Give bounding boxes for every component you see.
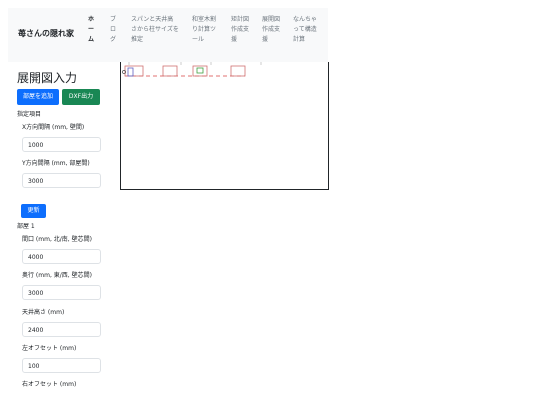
update-button[interactable]: 更新	[21, 204, 46, 218]
frontage-label: 間口 (mm, 北/南, 壁芯間)	[22, 236, 92, 243]
nav-item-structure[interactable]: なんちゃって構造計算	[293, 15, 321, 45]
nav-item-column-size[interactable]: スパンと天井高さから柱サイズを推定	[131, 15, 179, 45]
drawing-canvas[interactable]	[120, 62, 329, 190]
right-offset-label: 右オフセット (mm)	[22, 381, 77, 388]
page: 苺さんの隠れ家 ホーム ブログ スパンと天井高さから柱サイズを推定 和室木割り計…	[0, 0, 540, 405]
door-opening	[127, 67, 134, 77]
y-spacing-input[interactable]: 3000	[22, 173, 101, 188]
depth-input[interactable]: 3000	[22, 285, 101, 300]
brand-link[interactable]: 苺さんの隠れ家	[18, 28, 74, 39]
nav-item-washitsu[interactable]: 和室木割り計算ツール	[192, 15, 220, 45]
elevation-drawing	[122, 62, 262, 77]
y-spacing-label: Y方向間隔 (mm, 部屋間)	[22, 160, 90, 167]
specified-section-label: 指定項目	[17, 111, 42, 118]
nav-item-kanabakari[interactable]: 矩計図作成支援	[231, 15, 249, 45]
x-spacing-label: X方向間隔 (mm, 壁間)	[22, 124, 85, 131]
ceiling-height-input[interactable]: 2400	[22, 322, 101, 337]
left-offset-label: 左オフセット (mm)	[22, 345, 77, 352]
nav-item-blog[interactable]: ブログ	[110, 15, 120, 45]
x-spacing-input[interactable]: 1000	[22, 137, 101, 152]
frontage-input[interactable]: 4000	[22, 249, 101, 264]
dxf-export-button[interactable]: DXF出力	[62, 89, 100, 105]
elevation-box	[162, 65, 178, 77]
ceiling-height-label: 天井高さ (mm)	[22, 309, 65, 316]
left-offset-input[interactable]: 100	[22, 358, 101, 373]
add-room-button[interactable]: 部屋を追加	[17, 89, 59, 105]
depth-label: 奥行 (mm, 東/西, 壁芯間)	[22, 272, 92, 279]
page-title: 展開図入力	[17, 71, 78, 85]
elevation-box	[230, 65, 246, 77]
nav-item-home[interactable]: ホーム	[88, 15, 98, 45]
elevation-box	[192, 65, 208, 77]
nav-item-tenkaizu[interactable]: 展開図作成支援	[262, 15, 280, 45]
navbar: 苺さんの隠れ家 ホーム ブログ スパンと天井高さから柱サイズを推定 和室木割り計…	[8, 8, 328, 62]
window-opening	[196, 67, 204, 74]
room-section-label: 部屋 1	[17, 223, 35, 230]
